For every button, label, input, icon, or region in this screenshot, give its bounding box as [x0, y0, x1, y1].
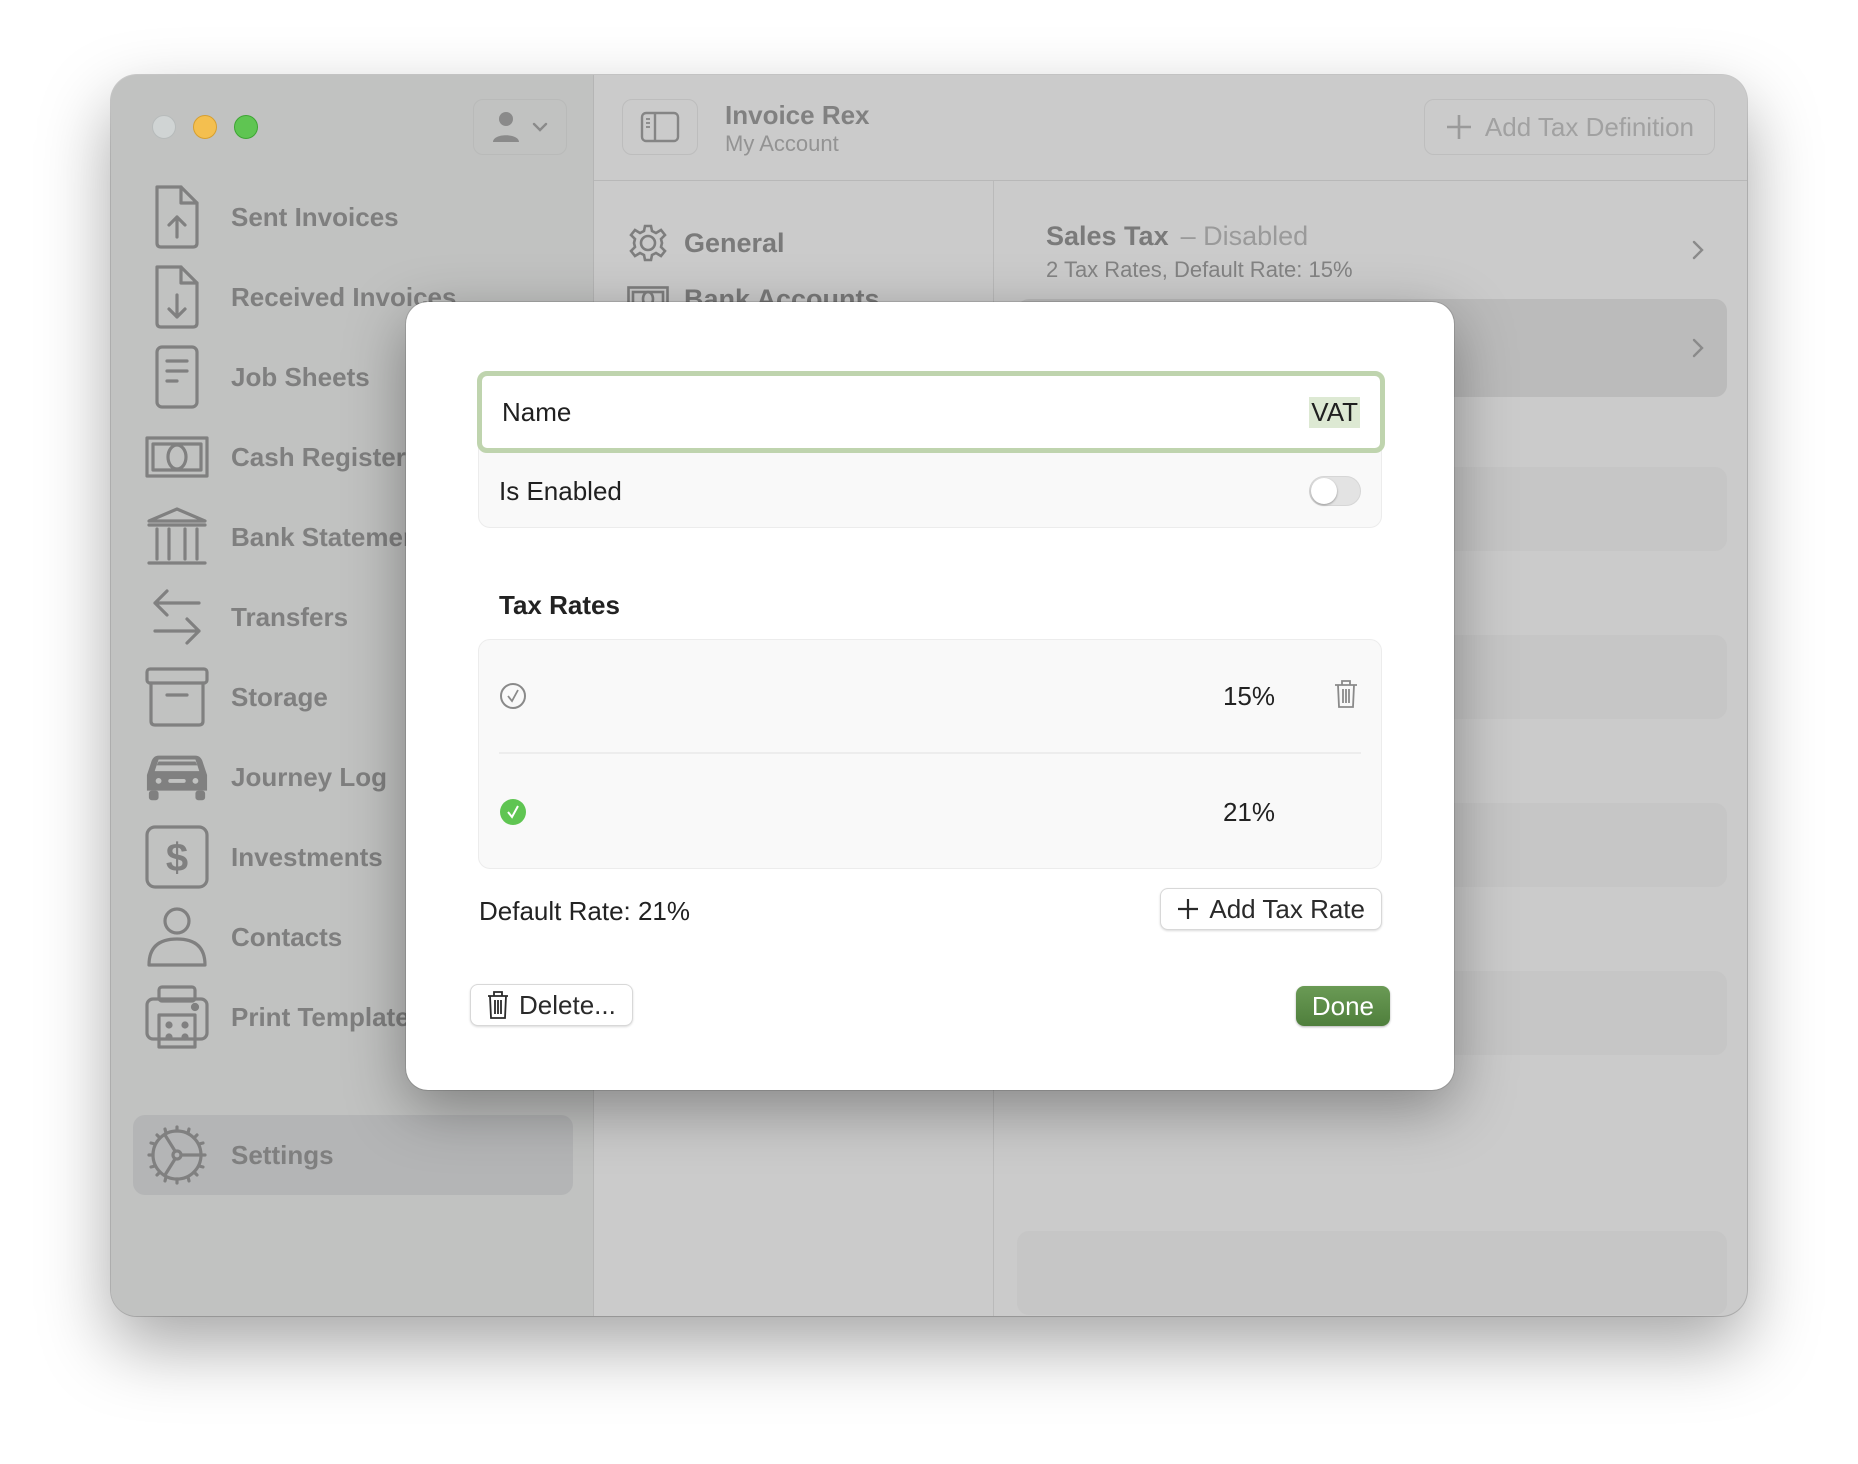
toggle-sidebar-button[interactable]	[622, 99, 698, 155]
banknote-icon	[145, 436, 209, 478]
person-icon	[493, 112, 519, 142]
sidebar-item-label: Settings	[231, 1139, 334, 1170]
sidebar-icon	[640, 111, 680, 143]
delete-rate-button[interactable]	[1333, 679, 1359, 714]
is-enabled-label: Is Enabled	[499, 475, 622, 506]
sidebar-item-label: Job Sheets	[231, 361, 370, 392]
toolbar: Invoice Rex My Account Add Tax Definitio…	[594, 75, 1747, 181]
add-tax-definition-button[interactable]: Add Tax Definition	[1423, 99, 1715, 155]
sidebar-item-label: Print Templates	[231, 1001, 425, 1032]
add-tax-rate-button[interactable]: Add Tax Rate	[1160, 888, 1382, 930]
sidebar-item-label: Contacts	[231, 921, 343, 952]
traffic-lights	[152, 115, 258, 139]
arrows-left-right-icon	[153, 589, 201, 645]
maximize-window-button[interactable]	[234, 115, 258, 139]
tax-rate-row: 15%	[499, 640, 1361, 754]
delete-label: Delete...	[519, 989, 616, 1020]
sidebar-item-settings[interactable]: Settings	[133, 1115, 573, 1195]
close-window-button[interactable]	[152, 115, 176, 139]
account-name: My Account	[725, 131, 839, 156]
doc-arrow-up-icon	[155, 185, 199, 249]
tax-rate-value[interactable]: 15%	[1223, 681, 1275, 712]
chevron-right-icon	[1692, 240, 1704, 260]
tax-rates-list: 15% 21%	[478, 639, 1382, 869]
is-enabled-row: Is Enabled	[499, 453, 1361, 529]
gear-icon	[629, 224, 667, 262]
archivebox-icon	[145, 667, 209, 727]
trash-icon	[488, 991, 508, 1019]
tax-definition-sheet: Name VAT Is Enabled Tax Rates 15% 21% De…	[406, 302, 1454, 1090]
name-field[interactable]: Name VAT	[477, 371, 1385, 453]
doc-lines-icon	[155, 345, 199, 409]
bank-icon	[147, 507, 207, 565]
doc-arrow-down-icon	[155, 265, 199, 329]
tax-definition-row[interactable]: Sales Tax – Disabled 2 Tax Rates, Default…	[1017, 201, 1727, 299]
tax-definition-summary: 2 Tax Rates, Default Rate: 15%	[1046, 257, 1353, 282]
delete-button[interactable]: Delete...	[470, 984, 633, 1026]
sidebar-item-label: Cash Register	[231, 441, 406, 472]
add-tax-definition-label: Add Tax Definition	[1484, 111, 1694, 142]
printer-icon	[145, 985, 209, 1049]
dollar-square-icon: $	[145, 825, 209, 889]
tax-rate-value[interactable]: 21%	[1223, 797, 1275, 828]
placeholder-row	[1017, 1231, 1727, 1315]
checkmark-circle-icon[interactable]	[499, 682, 527, 710]
sidebar-item-label: Transfers	[231, 601, 349, 632]
chevron-right-icon	[1692, 338, 1704, 358]
car-icon	[146, 755, 208, 801]
minimize-window-button[interactable]	[193, 115, 217, 139]
add-tax-rate-label: Add Tax Rate	[1209, 893, 1365, 924]
checkmark-circle-fill-icon[interactable]	[499, 798, 527, 826]
sidebar-item-label: Journey Log	[231, 761, 388, 792]
trash-icon	[1335, 679, 1357, 708]
settings-item-label: General	[684, 227, 785, 258]
chevron-down-icon	[532, 122, 548, 132]
plus-icon	[1446, 115, 1471, 139]
settings-item-general[interactable]: General	[594, 215, 993, 271]
gear-wheel-icon	[147, 1125, 207, 1185]
sidebar-item-label: Investments	[231, 841, 383, 872]
plus-icon	[1178, 899, 1199, 919]
name-input[interactable]: VAT	[1309, 396, 1360, 428]
done-button[interactable]: Done	[1295, 986, 1390, 1026]
is-enabled-toggle[interactable]	[1309, 476, 1361, 506]
tax-rates-heading: Tax Rates	[499, 590, 620, 620]
sidebar-item-label: Sent Invoices	[231, 201, 399, 232]
person-outline-icon	[147, 907, 207, 967]
account-menu-button[interactable]	[473, 99, 567, 155]
default-rate-label: Default Rate: 21%	[479, 896, 691, 926]
sidebar-item-sent-invoices[interactable]: Sent Invoices	[111, 177, 593, 257]
app-title: Invoice Rex	[725, 100, 870, 130]
definition-form: Name VAT Is Enabled	[477, 371, 1385, 529]
sidebar-item-label: Storage	[231, 681, 328, 712]
tax-definition-status: – Disabled	[1180, 221, 1309, 251]
tax-definition-name: Sales Tax	[1046, 221, 1169, 251]
svg-text:$: $	[166, 836, 188, 880]
name-label: Name	[502, 396, 572, 427]
tax-rate-row: 21%	[499, 755, 1361, 869]
